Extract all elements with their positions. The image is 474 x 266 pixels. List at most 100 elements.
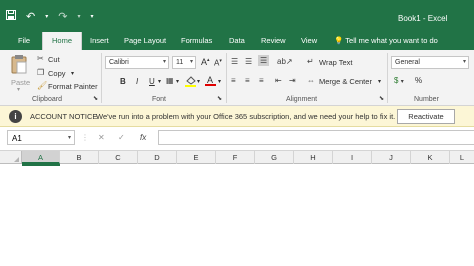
- cut-label: Cut: [48, 55, 60, 64]
- column-header-a[interactable]: A: [22, 151, 60, 164]
- title-bar: ↶ ▾ ↷ ▾ ▾ Book1 - Excel: [0, 0, 474, 32]
- merge-dropdown-icon[interactable]: ▾: [378, 78, 381, 85]
- scissors-icon: ✂: [37, 54, 44, 63]
- save-icon[interactable]: [6, 10, 16, 23]
- paintbrush-icon: 🖌: [37, 81, 48, 90]
- currency-icon: $: [394, 76, 399, 85]
- clipboard-launcher-icon[interactable]: ⬊: [93, 95, 98, 102]
- bold-button[interactable]: B: [120, 77, 126, 86]
- format-painter-label: Format Painter: [48, 82, 98, 91]
- notice-heading: ACCOUNT NOTICE: [30, 112, 98, 121]
- name-box[interactable]: A1 ▾: [7, 130, 75, 145]
- enter-icon[interactable]: ✓: [118, 133, 125, 142]
- alignment-launcher-icon[interactable]: ⬊: [379, 95, 384, 102]
- column-header-l[interactable]: L: [450, 151, 474, 164]
- increase-indent-icon[interactable]: ⇥: [289, 76, 296, 85]
- number-format-combo[interactable]: General ▾: [391, 56, 469, 69]
- formula-input[interactable]: [158, 130, 474, 145]
- tab-file[interactable]: File: [18, 36, 30, 45]
- orientation-icon[interactable]: ab↗: [277, 57, 293, 66]
- svg-text:A: A: [207, 75, 213, 85]
- redo-dropdown-icon[interactable]: ▾: [77, 13, 80, 20]
- chevron-down-icon: ▾: [162, 59, 166, 65]
- column-header-j[interactable]: J: [372, 151, 411, 164]
- underline-dropdown-icon[interactable]: ▾: [158, 78, 161, 85]
- font-name-combo[interactable]: Calibri ▾: [105, 56, 169, 69]
- align-top-icon[interactable]: ☰: [231, 57, 238, 66]
- font-name-value: Calibri: [109, 59, 129, 66]
- font-size-value: 11: [176, 59, 184, 66]
- alignment-group-label: Alignment: [286, 96, 318, 103]
- tab-insert[interactable]: Insert: [90, 36, 109, 45]
- tab-review[interactable]: Review: [261, 36, 286, 45]
- tell-me-box[interactable]: 💡 Tell me what you want to do: [334, 36, 438, 45]
- number-format-value: General: [395, 59, 420, 66]
- borders-icon[interactable]: ▦: [166, 76, 174, 85]
- redo-icon[interactable]: ↷: [58, 10, 67, 23]
- column-headers: A B C D E F G H I J K L: [0, 150, 474, 164]
- cancel-icon[interactable]: ✕: [98, 133, 105, 142]
- more-options-icon: ⋮: [81, 133, 89, 142]
- paste-button[interactable]: Paste ▾: [8, 54, 32, 93]
- ribbon: Paste ▾ ✂ Cut ❐ Copy ▾ 🖌 Format Painter …: [0, 50, 474, 106]
- number-group-label: Number: [414, 96, 439, 103]
- undo-icon[interactable]: ↶: [26, 10, 35, 23]
- fill-color-dropdown-icon[interactable]: ▾: [197, 78, 200, 85]
- customize-qat-icon[interactable]: ▾: [90, 13, 93, 20]
- column-header-f[interactable]: F: [216, 151, 255, 164]
- insert-function-icon[interactable]: fx: [140, 133, 146, 142]
- copy-dropdown-icon[interactable]: ▾: [71, 70, 74, 77]
- active-cell-indicator[interactable]: [22, 164, 60, 166]
- chevron-down-icon: ▾: [189, 59, 193, 65]
- name-box-value: A1: [12, 134, 22, 143]
- paste-label: Paste: [11, 78, 31, 87]
- reactivate-button[interactable]: Reactivate: [397, 109, 455, 124]
- wrap-text-label: Wrap Text: [319, 58, 353, 67]
- column-header-k[interactable]: K: [411, 151, 450, 164]
- borders-dropdown-icon[interactable]: ▾: [176, 78, 179, 85]
- column-header-g[interactable]: G: [255, 151, 294, 164]
- ribbon-tabs: File Home Insert Page Layout Formulas Da…: [0, 32, 474, 50]
- font-launcher-icon[interactable]: ⬊: [217, 95, 222, 102]
- align-left-icon[interactable]: ≡: [231, 76, 236, 85]
- select-all-button[interactable]: [0, 151, 22, 164]
- font-group-label: Font: [152, 96, 167, 103]
- tab-view[interactable]: View: [301, 36, 317, 45]
- fill-color-icon[interactable]: [185, 75, 196, 89]
- italic-button[interactable]: I: [136, 77, 138, 86]
- underline-button[interactable]: U: [149, 77, 155, 86]
- tab-page-layout[interactable]: Page Layout: [124, 36, 166, 45]
- info-icon: i: [9, 110, 22, 123]
- column-header-b[interactable]: B: [60, 151, 99, 164]
- percent-style-button[interactable]: %: [415, 76, 422, 85]
- font-color-dropdown-icon[interactable]: ▾: [218, 78, 221, 85]
- font-color-icon[interactable]: A: [205, 74, 216, 89]
- font-size-combo[interactable]: 11 ▾: [172, 56, 196, 69]
- accounting-format-button[interactable]: $ ▾: [394, 76, 404, 85]
- group-divider: [387, 53, 388, 103]
- paste-dropdown-icon[interactable]: ▾: [17, 86, 20, 93]
- decrease-font-size-button[interactable]: A▾: [214, 58, 222, 68]
- tab-formulas[interactable]: Formulas: [181, 36, 212, 45]
- align-middle-icon[interactable]: ☰: [245, 57, 252, 66]
- copy-label: Copy: [48, 69, 66, 78]
- lightbulb-icon: 💡: [334, 36, 344, 45]
- account-notice-bar: i ACCOUNT NOTICE We've run into a proble…: [0, 106, 474, 127]
- merge-center-label: Merge & Center: [319, 77, 372, 86]
- align-right-icon[interactable]: ≡: [259, 76, 264, 85]
- tab-data[interactable]: Data: [229, 36, 245, 45]
- align-center-icon[interactable]: ≡: [245, 76, 250, 85]
- align-bottom-icon[interactable]: ☰: [258, 55, 270, 66]
- increase-font-size-button[interactable]: A▴: [201, 57, 210, 67]
- column-header-h[interactable]: H: [294, 151, 333, 164]
- merge-icon: ⇔: [307, 76, 315, 85]
- tab-home[interactable]: Home: [42, 32, 83, 50]
- column-header-c[interactable]: C: [99, 151, 138, 164]
- column-header-e[interactable]: E: [177, 151, 216, 164]
- clipboard-icon: [11, 54, 27, 76]
- column-header-i[interactable]: I: [333, 151, 372, 164]
- decrease-indent-icon[interactable]: ⇤: [275, 76, 282, 85]
- window-title: Book1 - Excel: [398, 14, 448, 23]
- undo-dropdown-icon[interactable]: ▾: [45, 13, 48, 20]
- column-header-d[interactable]: D: [138, 151, 177, 164]
